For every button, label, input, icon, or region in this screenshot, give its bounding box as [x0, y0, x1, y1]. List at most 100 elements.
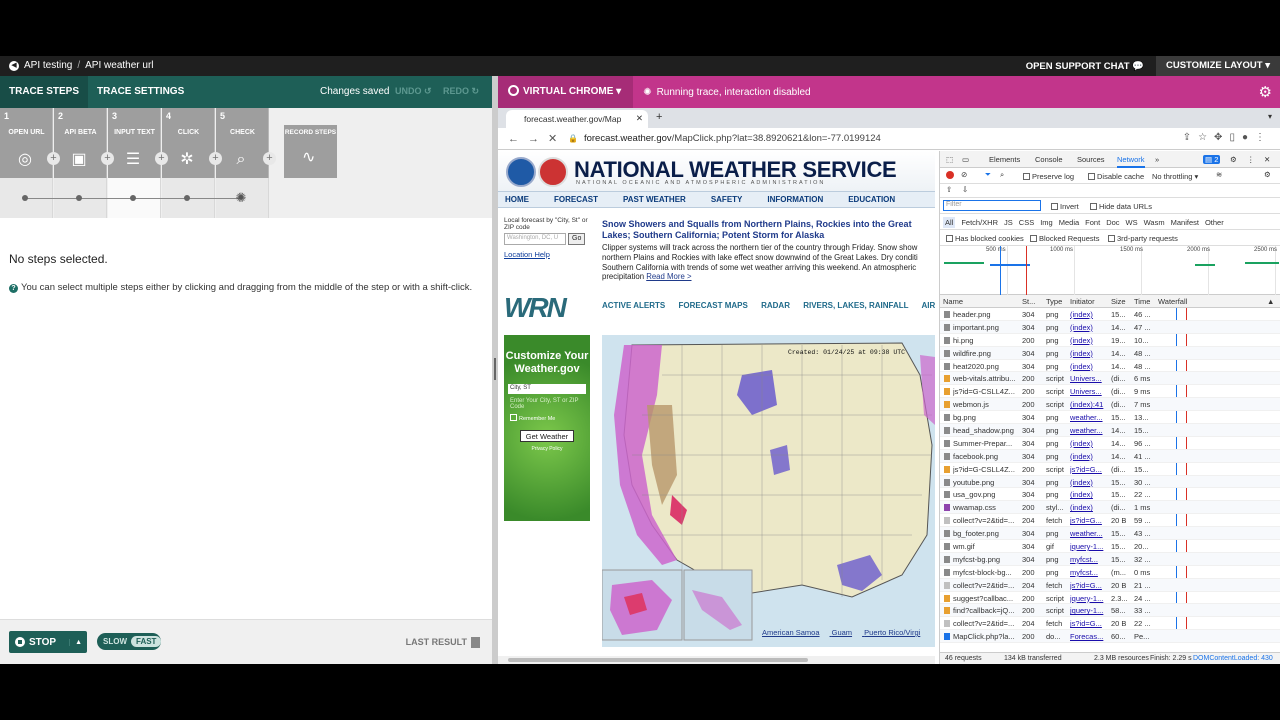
cell-initiator[interactable]: (index)	[1070, 336, 1110, 345]
cell-initiator[interactable]: jquery-1...	[1070, 594, 1110, 603]
undo-button[interactable]: UNDO ↺	[395, 86, 432, 97]
network-row[interactable]: MapClick.php?la... 200 do... Forecas... 60..…	[940, 630, 1280, 643]
new-tab-icon[interactable]: +	[656, 111, 662, 123]
tab-console[interactable]: Console	[1035, 155, 1063, 164]
type-wasm[interactable]: Wasm	[1144, 218, 1165, 227]
nws-logo-icon[interactable]	[538, 157, 568, 187]
get-weather-button[interactable]: Get Weather	[520, 430, 574, 442]
network-row[interactable]: heat2020.png 304 png (index) 14... 48 ...	[940, 360, 1280, 373]
gear-icon[interactable]: ⚙	[1230, 155, 1237, 164]
city-input[interactable]: City, ST	[508, 384, 586, 394]
cell-initiator[interactable]: (index)	[1070, 490, 1110, 499]
forward-icon[interactable]: →	[528, 133, 548, 145]
back-arrow-icon[interactable]: ◀	[9, 60, 19, 71]
network-row[interactable]: find?callback=jQ... 200 script jquery-1... 5…	[940, 604, 1280, 618]
speed-toggle[interactable]: SLOW FAST	[97, 633, 162, 650]
location-help-link[interactable]: Location Help	[504, 250, 594, 259]
browser-tab[interactable]: forecast.weather.gov/Map ✕	[506, 110, 648, 128]
add-step-icon[interactable]: +	[101, 152, 114, 165]
link-forecast-maps[interactable]: FORECAST MAPS	[679, 301, 748, 310]
type-css[interactable]: CSS	[1019, 218, 1034, 227]
issues-badge[interactable]: ▤ 2	[1203, 155, 1221, 164]
network-row[interactable]: wwamap.css 200 styl... (index) (di... 1 ms	[940, 501, 1280, 515]
cell-initiator[interactable]: (index)	[1070, 503, 1110, 512]
nav-education[interactable]: EDUCATION	[848, 195, 895, 204]
cell-initiator[interactable]: (index)	[1070, 310, 1110, 319]
type-doc[interactable]: Doc	[1106, 218, 1119, 227]
network-row[interactable]: wildfire.png 304 png (index) 14... 48 ...	[940, 346, 1280, 360]
last-result-button[interactable]: LAST RESULT	[406, 637, 480, 649]
back-icon[interactable]: ←	[508, 133, 528, 145]
cell-initiator[interactable]: myfcst...	[1070, 568, 1110, 577]
more-tabs-icon[interactable]: »	[1155, 155, 1159, 164]
network-row[interactable]: wm.gif 304 gif jquery-1... 15... 20...	[940, 540, 1280, 553]
cell-initiator[interactable]: js?id=G...	[1070, 516, 1110, 525]
read-more-link[interactable]: Read More >	[646, 272, 691, 281]
cell-initiator[interactable]: (index)	[1070, 349, 1110, 358]
network-row[interactable]: collect?v=2&tid=... 204 fetch js?id=G... 20 …	[940, 617, 1280, 631]
cell-initiator[interactable]: weather...	[1070, 426, 1110, 435]
record-steps-button[interactable]: RECORD STEPS ∿	[284, 125, 337, 178]
filter-input[interactable]: Filter	[943, 200, 1041, 211]
link-puerto-rico[interactable]: Puerto Rico/Virgi	[864, 628, 920, 637]
local-forecast-input[interactable]: Washington, DC, U	[504, 233, 566, 245]
type-fetch-xhr[interactable]: Fetch/XHR	[961, 218, 998, 227]
search-icon[interactable]: ⌕	[1000, 170, 1004, 180]
step-input-text[interactable]: 3 INPUT TEXT ☰	[108, 108, 161, 178]
network-row[interactable]: myfcst-block-bg... 200 png myfcst... (m... 0 …	[940, 566, 1280, 579]
add-step-icon[interactable]: +	[47, 152, 60, 165]
news-headline[interactable]: Snow Showers and Squalls from Northern P…	[602, 219, 935, 241]
network-row[interactable]: web-vitals.attribu... 200 script Univers...…	[940, 372, 1280, 386]
tab-network[interactable]: Network	[1117, 155, 1145, 168]
hide-data-urls-checkbox[interactable]: Hide data URLs	[1090, 202, 1152, 211]
link-rivers[interactable]: RIVERS, LAKES, RAINFALL	[803, 301, 908, 310]
add-step-icon[interactable]: +	[263, 152, 276, 165]
type-media[interactable]: Media	[1059, 218, 1079, 227]
kebab-menu-icon[interactable]: ⋮	[1247, 155, 1255, 164]
cell-initiator[interactable]: weather...	[1070, 529, 1110, 538]
page-horizontal-scrollbar[interactable]	[498, 656, 935, 664]
extensions-icon[interactable]: ✥	[1214, 132, 1229, 143]
sidepanel-icon[interactable]: ▯	[1229, 132, 1242, 143]
type-js[interactable]: JS	[1004, 218, 1013, 227]
cell-initiator[interactable]: (index)	[1070, 323, 1110, 332]
hazards-map[interactable]: Created: 01/24/25 at 09:38 UTC American …	[602, 335, 935, 647]
star-icon[interactable]: ☆	[1198, 132, 1214, 143]
close-icon[interactable]: ✕	[1264, 155, 1270, 164]
step-check[interactable]: 5 CHECK ⌕	[216, 108, 269, 178]
col-waterfall[interactable]: Waterfall	[1158, 297, 1187, 306]
col-initiator[interactable]: Initiator	[1070, 297, 1095, 306]
nav-information[interactable]: INFORMATION	[767, 195, 823, 204]
network-row[interactable]: usa_gov.png 304 png (index) 15... 22 ...	[940, 488, 1280, 502]
cell-initiator[interactable]: (index):41	[1070, 400, 1110, 409]
cell-initiator[interactable]: jquery-1...	[1070, 542, 1110, 551]
menu-icon[interactable]: ⋮	[1255, 132, 1272, 143]
network-row[interactable]: Summer-Prepar... 304 png (index) 14... 96 ...	[940, 437, 1280, 450]
network-row[interactable]: js?id=G-CSLL4Z... 200 script Univers... (di.…	[940, 385, 1280, 399]
add-step-icon[interactable]: +	[209, 152, 222, 165]
col-type[interactable]: Type	[1046, 297, 1062, 306]
stop-loading-icon[interactable]: ✕	[548, 133, 566, 145]
cell-initiator[interactable]: myfcst...	[1070, 555, 1110, 564]
inspect-icon[interactable]: ⬚	[946, 155, 953, 164]
open-support-chat-button[interactable]: OPEN SUPPORT CHAT 💬	[1014, 61, 1156, 72]
url-field[interactable]: 🔒 forecast.weather.gov/MapClick.php?lat=3…	[568, 133, 881, 144]
col-time[interactable]: Time	[1134, 297, 1150, 306]
cell-initiator[interactable]: (index)	[1070, 439, 1110, 448]
go-button[interactable]: Go	[568, 233, 586, 245]
cell-initiator[interactable]: js?id=G...	[1070, 619, 1110, 628]
speed-slow[interactable]: SLOW	[99, 637, 131, 646]
scroll-thumb[interactable]	[508, 658, 808, 662]
preserve-log-checkbox[interactable]: Preserve log	[1023, 172, 1074, 181]
network-row[interactable]: myfcst-bg.png 304 png myfcst... 15... 32 ...	[940, 552, 1280, 566]
cell-initiator[interactable]: js?id=G...	[1070, 465, 1110, 474]
disable-cache-checkbox[interactable]: Disable cache	[1088, 172, 1144, 181]
tab-elements[interactable]: Elements	[989, 155, 1020, 164]
network-row[interactable]: js?id=G-CSLL4Z... 200 script js?id=G... (di.…	[940, 463, 1280, 476]
link-american-samoa[interactable]: American Samoa	[762, 628, 820, 637]
cell-initiator[interactable]: (index)	[1070, 362, 1110, 371]
speed-fast[interactable]: FAST	[131, 636, 162, 647]
type-ws[interactable]: WS	[1126, 218, 1138, 227]
tab-sources[interactable]: Sources	[1077, 155, 1105, 164]
caret-up-icon[interactable]: ▲	[69, 638, 87, 646]
